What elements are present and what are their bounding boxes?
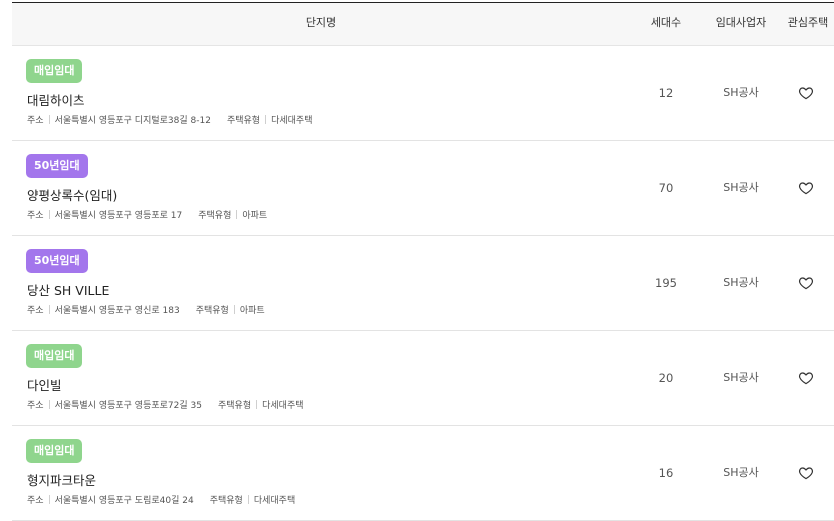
rental-type-badge: 매입임대: [26, 439, 83, 463]
address-value: 서울특별시 영등포구 디지털로38길 8-12: [54, 116, 211, 126]
heart-icon[interactable]: [798, 180, 814, 196]
housing-type-label: 주택유형: [198, 211, 232, 221]
divider: [233, 305, 235, 314]
housing-type-value: 아파트: [242, 211, 268, 221]
table-row[interactable]: 50년임대 당산 SH VILLE 주소 서울특별시 영등포구 영신로 183 …: [12, 236, 834, 331]
housing-table: 단지명 세대수 임대사업자 관심주택 매입임대 대림하이츠 주소 서울특별시 영…: [12, 2, 834, 521]
housing-type-label: 주택유형: [217, 401, 252, 411]
housing-type-value: 다세대주택: [271, 116, 313, 126]
complex-name-link[interactable]: 다인빌: [27, 375, 62, 394]
address-value: 서울특별시 영등포구 영등포로 17: [54, 211, 183, 221]
address-label: 주소: [27, 306, 44, 316]
row-meta: 주소 서울특별시 영등포구 영등포로 17 주택유형 아파트: [27, 208, 267, 221]
rental-type-badge: 50년임대: [26, 154, 88, 178]
address-label: 주소: [27, 116, 44, 126]
row-meta: 주소 서울특별시 영등포구 디지털로38길 8-12 주택유형 다세대주택: [27, 113, 312, 126]
divider: [265, 115, 267, 124]
address-label: 주소: [27, 211, 44, 221]
rental-type-badge: 매입임대: [26, 344, 83, 368]
address-value: 서울특별시 영등포구 도림로40길 24: [54, 496, 194, 506]
address-label: 주소: [27, 496, 44, 506]
divider: [236, 210, 238, 219]
operator-name: SH공사: [723, 276, 759, 289]
header-favorite: 관심주택: [787, 16, 829, 29]
divider: [247, 495, 249, 504]
row-meta: 주소 서울특별시 영등포구 영신로 183 주택유형 아파트: [27, 303, 265, 316]
household-count: 20: [658, 371, 674, 385]
housing-type-value: 다세대주택: [253, 496, 296, 506]
heart-icon[interactable]: [798, 465, 814, 481]
divider: [48, 400, 50, 409]
rental-type-badge: 50년임대: [26, 249, 88, 273]
household-count: 16: [658, 466, 674, 480]
header-household-count: 세대수: [650, 16, 682, 29]
housing-type-label: 주택유형: [195, 306, 229, 316]
heart-icon[interactable]: [798, 85, 814, 101]
rental-type-badge: 매입임대: [26, 59, 83, 83]
divider: [48, 115, 50, 124]
address-value: 서울특별시 영등포구 영신로 183: [54, 306, 180, 316]
row-meta: 주소 서울특별시 영등포구 영등포로72길 35 주택유형 다세대주택: [27, 398, 304, 411]
header-operator: 임대사업자: [715, 16, 767, 29]
complex-name-link[interactable]: 양평상록수(임대): [27, 185, 117, 204]
housing-type-value: 아파트: [239, 306, 265, 316]
table-row[interactable]: 50년임대 양평상록수(임대) 주소 서울특별시 영등포구 영등포로 17 주택…: [12, 141, 834, 236]
divider: [256, 400, 258, 409]
household-count: 70: [658, 181, 674, 195]
table-row[interactable]: 매입임대 다인빌 주소 서울특별시 영등포구 영등포로72길 35 주택유형 다…: [12, 331, 834, 426]
divider: [48, 495, 50, 504]
table-row[interactable]: 매입임대 대림하이츠 주소 서울특별시 영등포구 디지털로38길 8-12 주택…: [12, 46, 834, 141]
complex-name-link[interactable]: 형지파크타운: [27, 470, 96, 489]
housing-type-label: 주택유형: [226, 116, 261, 126]
operator-name: SH공사: [723, 86, 759, 99]
household-count: 12: [658, 86, 674, 100]
heart-icon[interactable]: [798, 275, 814, 291]
operator-name: SH공사: [723, 371, 759, 384]
operator-name: SH공사: [723, 181, 759, 194]
housing-type-label: 주택유형: [209, 496, 243, 506]
divider: [48, 305, 50, 314]
operator-name: SH공사: [723, 466, 759, 479]
address-value: 서울특별시 영등포구 영등포로72길 35: [54, 401, 202, 411]
table-header: 단지명 세대수 임대사업자 관심주택: [12, 3, 834, 46]
table-row[interactable]: 매입임대 형지파크타운 주소 서울특별시 영등포구 도림로40길 24 주택유형…: [12, 426, 834, 521]
address-label: 주소: [27, 401, 44, 411]
header-complex-name: 단지명: [305, 16, 337, 29]
complex-name-link[interactable]: 대림하이츠: [27, 90, 85, 109]
row-meta: 주소 서울특별시 영등포구 도림로40길 24 주택유형 다세대주택: [27, 493, 295, 506]
heart-icon[interactable]: [798, 370, 814, 386]
housing-type-value: 다세대주택: [262, 401, 304, 411]
complex-name-link[interactable]: 당산 SH VILLE: [27, 280, 109, 299]
divider: [48, 210, 50, 219]
household-count: 195: [655, 276, 677, 290]
